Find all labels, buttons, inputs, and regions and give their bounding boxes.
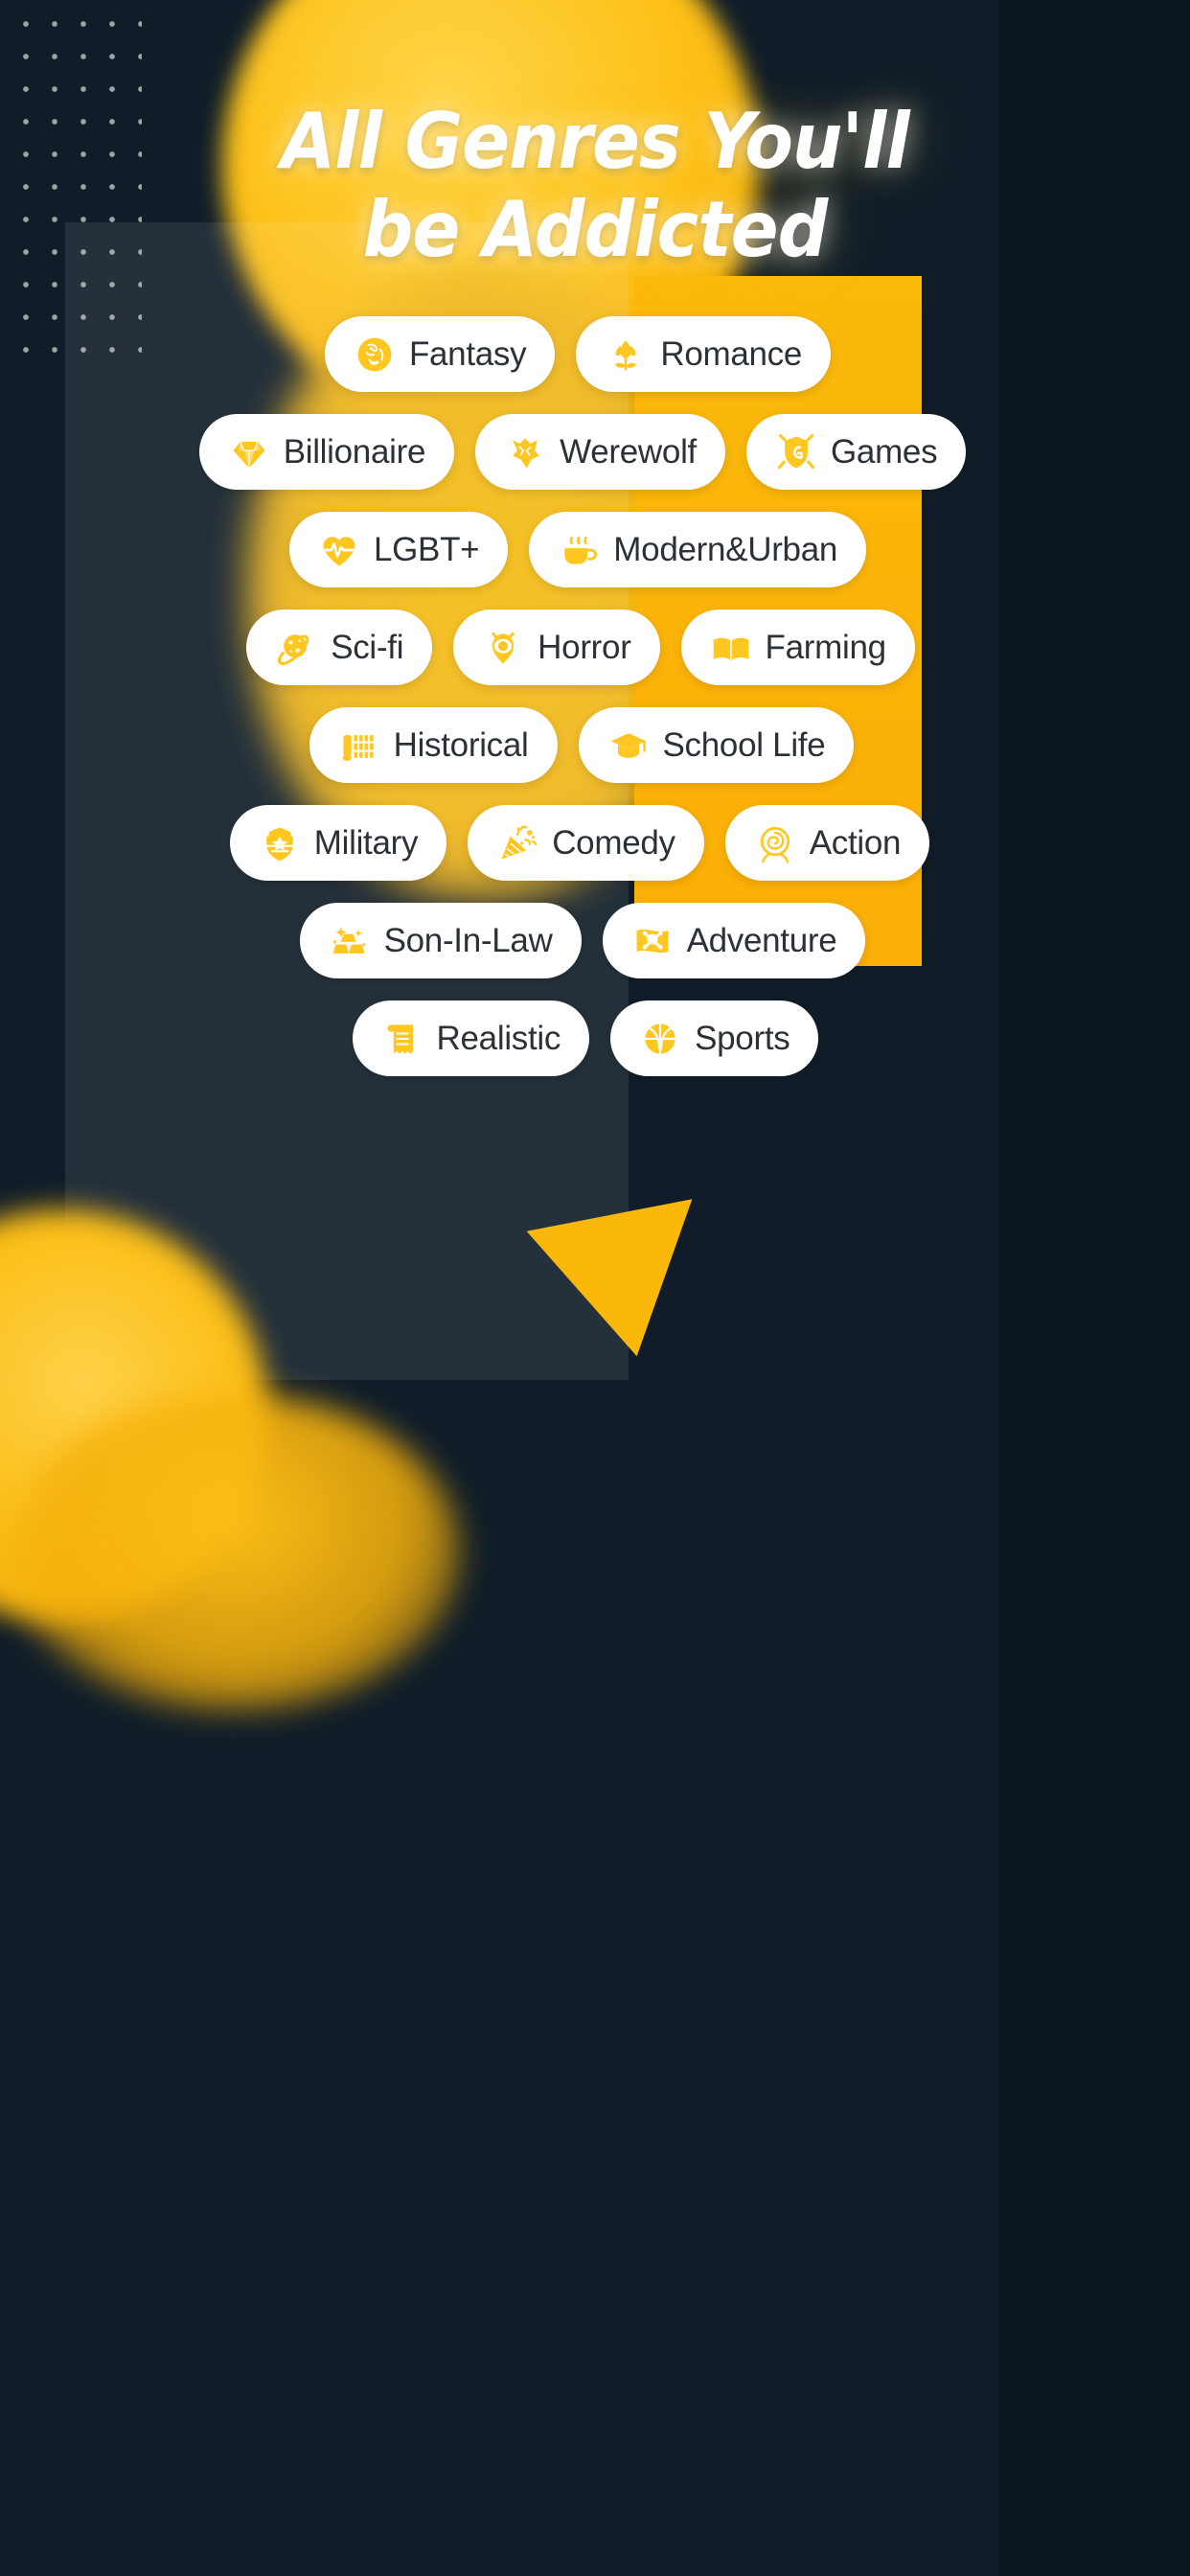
page-title: All Genres You'll be Addicted (48, 104, 1143, 268)
diamond-icon (228, 431, 270, 473)
open-book-icon (710, 627, 752, 669)
genre-pill-label: Adventure (686, 921, 837, 959)
graduation-cap-icon (607, 724, 650, 767)
genre-pill-label: Action (809, 823, 902, 862)
genre-pill-label: Games (830, 432, 938, 471)
genre-pill-son-in-law[interactable]: Son-In-Law (299, 903, 582, 978)
genre-pill-label: Farming (765, 628, 887, 666)
shield-g-icon (775, 431, 817, 473)
genre-pill-military[interactable]: Military (229, 805, 447, 881)
gold-bars-icon (329, 920, 371, 962)
genre-pill-fantasy[interactable]: Fantasy (324, 316, 556, 392)
genre-pill-label: Sports (695, 1019, 790, 1057)
genre-pill-sci-fi[interactable]: Sci-fi (246, 610, 433, 685)
genre-pill-label: Romance (660, 334, 803, 373)
genre-pill-modern-urban[interactable]: Modern&Urban (529, 512, 867, 587)
dragon-icon (354, 334, 396, 376)
party-popper-icon (496, 822, 538, 864)
genre-pill-historical[interactable]: Historical (309, 707, 558, 783)
genre-pill-farming[interactable]: Farming (680, 610, 915, 685)
bamboo-scroll-icon (338, 724, 380, 767)
genre-pill-label: Fantasy (408, 334, 527, 373)
genre-pill-billionaire[interactable]: Billionaire (198, 414, 455, 490)
genre-row: Son-In-Law Adventure (0, 903, 1178, 978)
page-title-line-1: All Genres You'll (281, 97, 909, 186)
rose-icon (754, 822, 796, 864)
genre-pill-label: Historical (393, 725, 529, 764)
evil-eye-icon (482, 627, 524, 669)
tulip-icon (605, 334, 647, 376)
genre-pill-label: Comedy (552, 823, 675, 862)
star-badge-icon (259, 822, 301, 864)
coffee-cup-icon (558, 529, 600, 571)
genre-pill-label: LGBT+ (373, 530, 480, 568)
genre-pill-school-life[interactable]: School Life (578, 707, 855, 783)
genre-row: Billionaire Werewolf Games (0, 414, 1178, 490)
pirate-flag-icon (631, 920, 674, 962)
genre-pill-werewolf[interactable]: Werewolf (475, 414, 725, 490)
genre-list: Fantasy Romance Billionaire Werewolf Games LG… (0, 316, 1190, 1098)
genre-pill-label: Billionaire (283, 432, 426, 471)
genre-row: LGBT+ Modern&Urban (0, 512, 1173, 587)
genre-row: Military Comedy Action (0, 805, 1175, 881)
genre-pill-action[interactable]: Action (724, 805, 930, 881)
planet-icon (275, 627, 317, 669)
yellow-blur-ellipse-bottom-icon (10, 1394, 460, 1711)
genre-pill-label: Modern&Urban (613, 530, 838, 568)
genre-row: Fantasy Romance (0, 316, 1173, 392)
genre-pill-comedy[interactable]: Comedy (468, 805, 704, 881)
genre-row: Historical School Life (0, 707, 1177, 783)
genre-pill-realistic[interactable]: Realistic (352, 1000, 590, 1076)
genre-pill-label: School Life (662, 725, 826, 764)
genre-pill-romance[interactable]: Romance (576, 316, 832, 392)
genre-row: Realistic Sports (0, 1000, 1180, 1076)
page-title-line-2: be Addicted (362, 185, 829, 274)
genre-row: Sci-fi Horror Farming (0, 610, 1176, 685)
genre-pill-label: Sci-fi (331, 628, 404, 666)
genre-pill-adventure[interactable]: Adventure (602, 903, 866, 978)
heartbeat-icon (318, 529, 360, 571)
poster-canvas: All Genres You'll be Addicted Fantasy Rom… (0, 0, 1190, 2576)
genre-pill-sports[interactable]: Sports (610, 1000, 819, 1076)
genre-pill-label: Realistic (436, 1019, 561, 1057)
receipt-scroll-icon (381, 1018, 423, 1060)
genre-pill-games[interactable]: Games (745, 414, 967, 490)
wolf-head-icon (504, 431, 546, 473)
genre-pill-label: Werewolf (560, 432, 697, 471)
genre-pill-horror[interactable]: Horror (453, 610, 660, 685)
genre-pill-label: Horror (538, 628, 631, 666)
basketball-icon (639, 1018, 681, 1060)
genre-pill-label: Military (313, 823, 419, 862)
genre-pill-lgbt[interactable]: LGBT+ (288, 512, 509, 587)
genre-pill-label: Son-In-Law (383, 921, 553, 959)
